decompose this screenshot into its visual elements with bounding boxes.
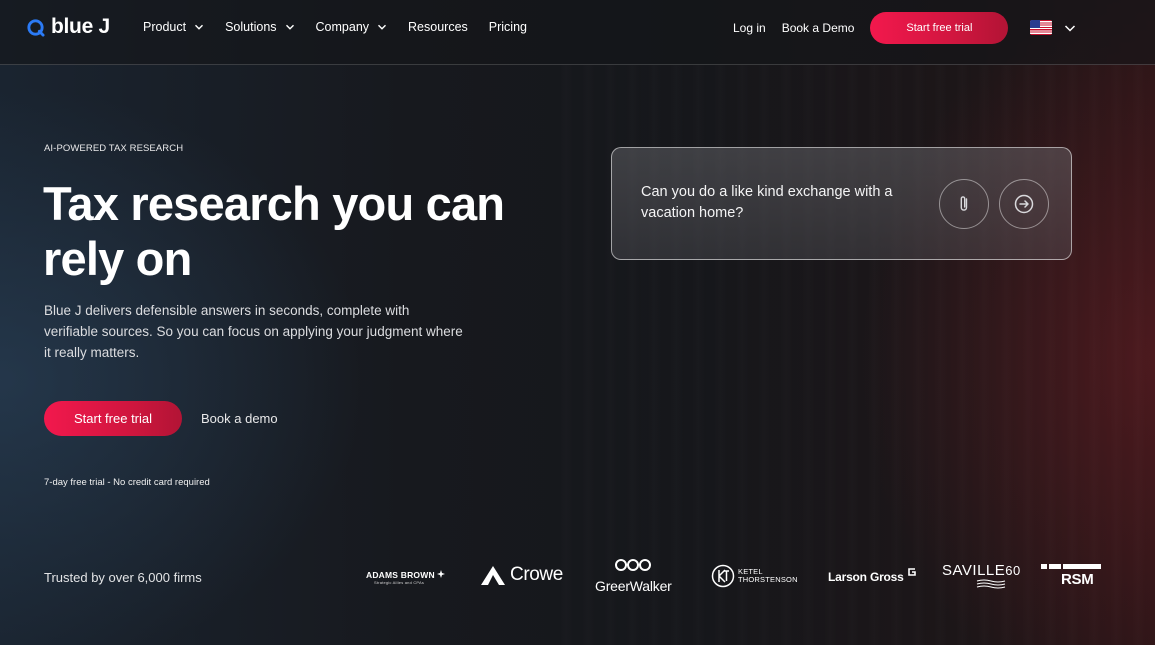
- saville-waves-icon: [976, 579, 1006, 589]
- menu-item-pricing[interactable]: Pricing: [489, 18, 527, 36]
- hero-description: Blue J delivers defensible answers in se…: [44, 303, 463, 360]
- language-selector[interactable]: [1030, 20, 1076, 35]
- menu-item-product[interactable]: Product: [143, 18, 204, 36]
- menu-item-label: Resources: [408, 20, 468, 34]
- hero-book-demo-link[interactable]: Book a demo: [201, 411, 278, 426]
- firm-name: Crowe: [510, 564, 563, 585]
- firm-name: Larson Gross: [828, 570, 904, 584]
- hero-headline: Tax research you can rely on: [43, 177, 505, 285]
- hero-eyebrow: AI-POWERED TAX RESEARCH: [44, 143, 184, 154]
- menu-item-label: Product: [143, 20, 187, 34]
- menu-item-resources[interactable]: Resources: [408, 18, 468, 36]
- menu-item-label: Solutions: [225, 20, 277, 34]
- brand-logo[interactable]: blue J: [26, 16, 110, 38]
- attach-button[interactable]: [939, 179, 989, 229]
- main-menu: Product Solutions Company Resources Pric…: [143, 18, 548, 36]
- nav-actions: Log in Book a Demo Start free trial: [733, 12, 1009, 44]
- trial-note: 7-day free trial - No credit card requir…: [44, 477, 210, 488]
- firm-name: GreerWalker: [595, 578, 672, 594]
- larson-gross-logo: Larson Gross: [828, 568, 917, 584]
- nav-start-trial-button[interactable]: Start free trial: [870, 12, 1009, 44]
- firm-name: ADAMS BROWN: [366, 570, 435, 580]
- firm-name-line2: THORSTENSON: [738, 575, 798, 584]
- firm-name: SAVILLE: [942, 562, 1006, 579]
- chevron-down-icon: [195, 24, 204, 30]
- kt-monogram-icon: [711, 564, 735, 588]
- firm-tagline: Strategic Allies and CPAs: [374, 580, 425, 585]
- chevron-down-icon: [1064, 24, 1076, 32]
- firm-name: KETEL THORSTENSON: [738, 568, 798, 584]
- chevron-down-icon: [285, 24, 294, 30]
- menu-item-label: Company: [315, 20, 370, 34]
- greerwalker-logo: GreerWalker: [595, 558, 672, 594]
- trusted-by-text: Trusted by over 6,000 firms: [44, 570, 202, 585]
- saville-logo: SAVILLE60: [942, 562, 1021, 589]
- crowe-logo: Crowe: [480, 564, 563, 586]
- menu-item-label: Pricing: [488, 20, 527, 34]
- star-icon: [437, 570, 446, 578]
- chevron-down-icon: [378, 24, 387, 30]
- menu-item-company[interactable]: Company: [316, 18, 388, 36]
- rsm-logo: RSM: [1041, 564, 1101, 588]
- brand-name: blue J: [51, 15, 110, 38]
- arrow-right-circle-icon: [1014, 194, 1034, 214]
- ketel-thorstenson-logo: KETEL THORSTENSON: [711, 564, 798, 588]
- ai-question-box: Can you do a like kind exchange with a v…: [611, 147, 1072, 260]
- login-link[interactable]: Log in: [733, 21, 766, 35]
- blue-j-logo-icon: [27, 18, 45, 37]
- send-button[interactable]: [999, 179, 1049, 229]
- us-flag-icon: [1030, 20, 1052, 35]
- adams-brown-logo: ADAMS BROWN Strategic Allies and CPAs: [366, 570, 446, 585]
- hero-start-trial-button[interactable]: Start free trial: [44, 401, 182, 436]
- larson-g-icon: [907, 568, 916, 576]
- menu-item-solutions[interactable]: Solutions: [225, 18, 294, 36]
- book-demo-link[interactable]: Book a Demo: [782, 21, 855, 35]
- rsm-bars-icon: [1041, 564, 1101, 569]
- firm-name: RSM: [1061, 571, 1094, 588]
- greerwalker-rings-icon: [615, 559, 652, 571]
- paperclip-icon: [960, 196, 968, 211]
- top-navbar: blue J Product Solutions Company Resourc…: [0, 0, 1155, 65]
- crowe-mountain-icon: [481, 566, 505, 585]
- firm-anniversary: 60: [1005, 563, 1021, 578]
- question-text: Can you do a like kind exchange with a v…: [641, 184, 893, 221]
